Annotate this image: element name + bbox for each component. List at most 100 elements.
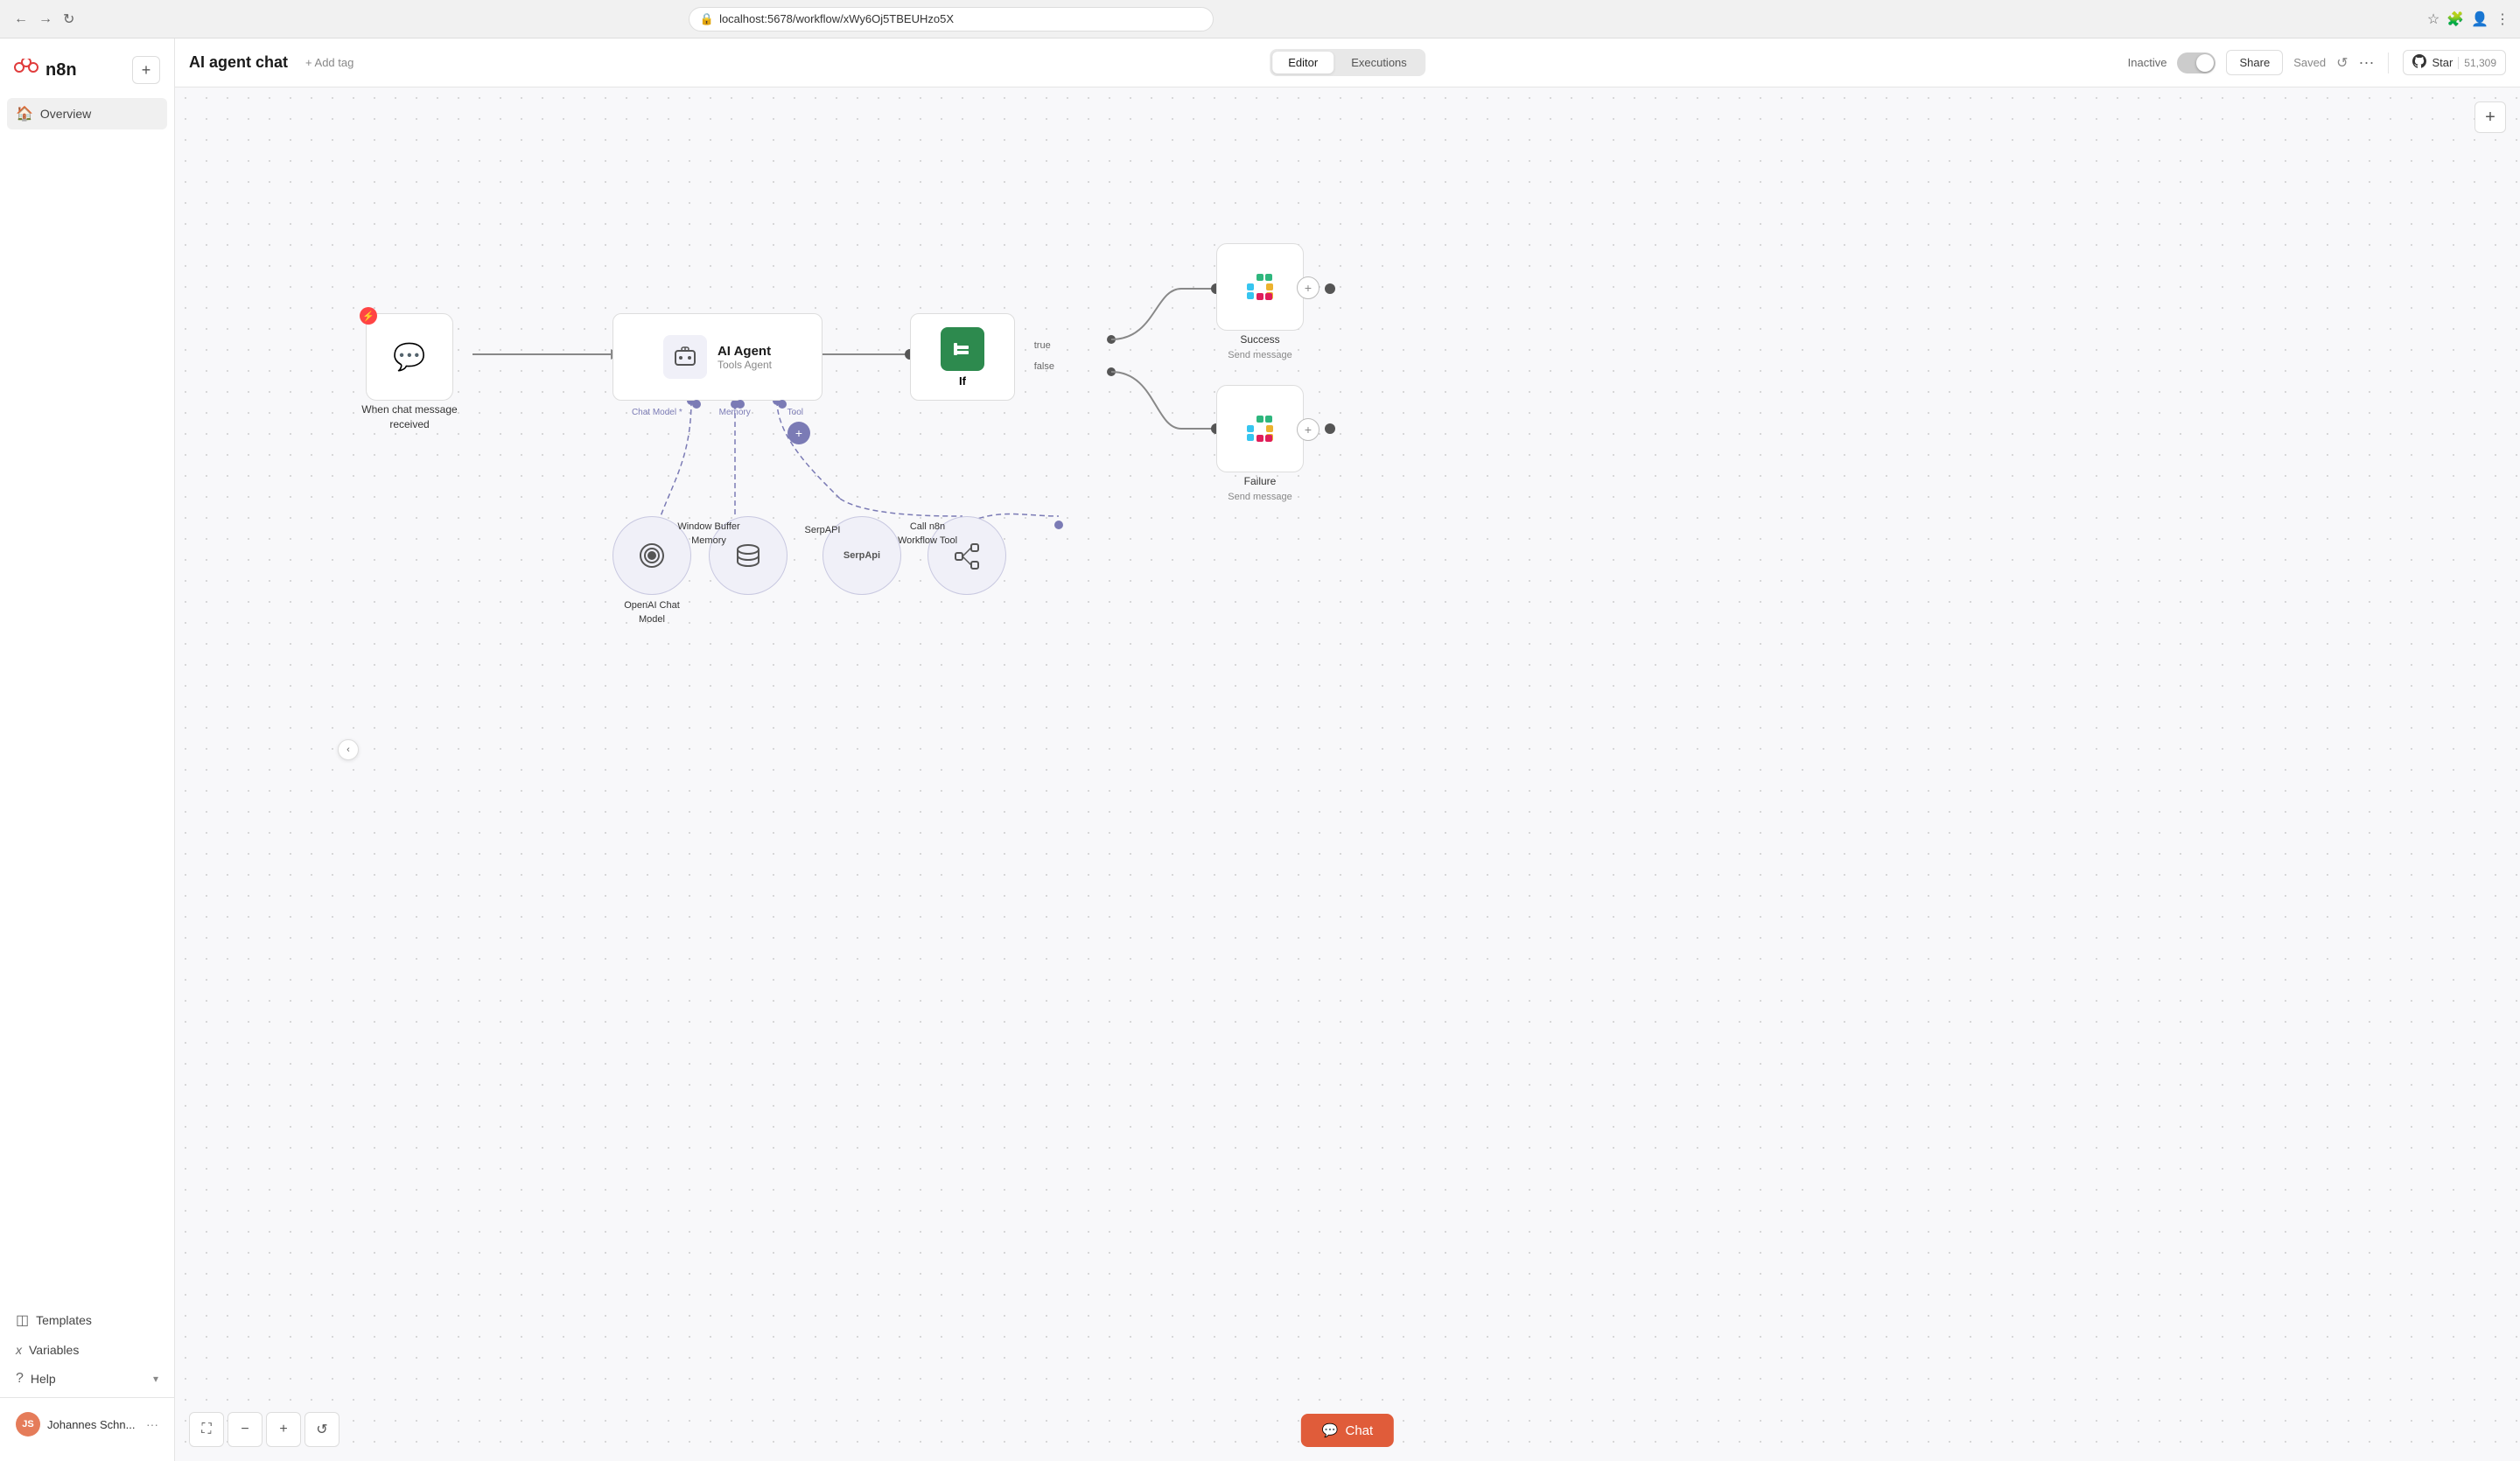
canvas-connections — [175, 87, 2520, 1461]
templates-label: Templates — [36, 1313, 92, 1327]
star-browser-icon[interactable]: ☆ — [2427, 10, 2440, 28]
zoom-in-icon: + — [279, 1422, 287, 1437]
failure-plus-button[interactable]: + — [1297, 418, 1320, 441]
window-buffer-label: Window Buffer Memory — [677, 521, 739, 548]
chat-button-icon: 💬 — [1322, 1423, 1339, 1438]
history-button[interactable]: ↺ — [2336, 54, 2348, 72]
logo-text: n8n — [46, 60, 77, 80]
serpapi-icon-text: SerpApi — [844, 550, 880, 561]
browser-bar: ← → ↻ 🔒 localhost:5678/workflow/xWy6Oj5T… — [0, 0, 2520, 38]
ai-agent-title: AI Agent — [718, 344, 772, 359]
sidebar-nav: 🏠 Overview — [0, 98, 174, 698]
sidebar-item-templates[interactable]: ◫ Templates — [7, 1304, 167, 1336]
lock-icon: 🔒 — [700, 12, 714, 26]
trigger-node[interactable]: ⚡ 💬 — [366, 313, 453, 401]
extensions-icon[interactable]: 🧩 — [2446, 10, 2464, 28]
sidebar-item-variables[interactable]: x Variables — [7, 1336, 167, 1364]
if-node[interactable]: If true false — [910, 313, 1015, 401]
saved-text: Saved — [2293, 56, 2326, 69]
home-icon: 🏠 — [16, 105, 33, 122]
fullscreen-icon: ⛶ — [201, 1422, 211, 1437]
inactive-label: Inactive — [2128, 56, 2167, 69]
refresh-button[interactable]: ↻ — [60, 7, 78, 31]
canvas-zoom-add-button[interactable]: + — [2474, 101, 2506, 133]
zoom-in-button[interactable]: + — [266, 1412, 301, 1447]
success-label: Success Send message — [1228, 332, 1292, 362]
ai-agent-node[interactable]: AI Agent Tools Agent Chat Model * Memory… — [612, 313, 822, 401]
more-button[interactable]: ··· — [2358, 53, 2374, 72]
profile-icon[interactable]: 👤 — [2471, 10, 2488, 28]
toggle-knob — [2196, 54, 2214, 72]
user-more-icon[interactable]: ··· — [146, 1417, 158, 1431]
chat-model-label: Chat Model * — [632, 408, 682, 417]
sidebar-item-overview[interactable]: 🏠 Overview — [7, 98, 167, 129]
false-label: false — [1034, 356, 1054, 377]
success-plus-button[interactable]: + — [1297, 276, 1320, 299]
workflow-canvas[interactable]: ⚡ 💬 When chat message received — [175, 87, 2520, 1461]
sidebar-item-help[interactable]: ? Help ▾ — [7, 1364, 167, 1394]
user-name: Johannes Schn... — [47, 1418, 139, 1431]
failure-node[interactable] — [1216, 385, 1304, 472]
user-initials: JS — [22, 1419, 33, 1430]
tab-editor[interactable]: Editor — [1272, 52, 1334, 73]
chat-trigger-icon: 💬 — [393, 342, 425, 373]
reset-icon: ↺ — [316, 1421, 327, 1438]
collapse-sidebar-button[interactable]: ‹ — [338, 739, 359, 760]
fullscreen-button[interactable]: ⛶ — [189, 1412, 224, 1447]
true-label: true — [1034, 335, 1054, 356]
openai-label: OpenAI Chat Model — [624, 599, 680, 626]
sidebar-item-templates[interactable] — [7, 129, 167, 143]
variables-icon: x — [16, 1343, 22, 1357]
tool-label: Tool — [788, 408, 803, 417]
share-button[interactable]: Share — [2226, 50, 2283, 75]
star-button[interactable]: Star 51,309 — [2403, 50, 2506, 75]
tab-executions[interactable]: Executions — [1335, 52, 1423, 73]
user-row[interactable]: JS Johannes Schn... ··· — [7, 1405, 167, 1444]
main-content: AI agent chat + Add tag Inactive Share S… — [175, 38, 2520, 1461]
chat-button[interactable]: 💬 Chat — [1301, 1414, 1394, 1447]
help-icon: ? — [16, 1371, 24, 1387]
back-button[interactable]: ← — [10, 7, 32, 31]
help-chevron: ▾ — [153, 1373, 158, 1385]
chat-button-label: Chat — [1346, 1423, 1374, 1438]
memory-label: Memory — [719, 408, 751, 417]
overview-label: Overview — [40, 107, 91, 121]
ai-agent-subtitle: Tools Agent — [718, 359, 772, 371]
sidebar-logo: n8n + — [0, 49, 174, 98]
templates-icon: ◫ — [16, 1311, 29, 1329]
tool-dot — [778, 400, 787, 409]
menu-icon[interactable]: ⋮ — [2496, 10, 2510, 28]
chat-model-dot — [692, 400, 701, 409]
lightning-icon: ⚡ — [360, 307, 377, 325]
url-text: localhost:5678/workflow/xWy6Oj5TBEUHzo5X — [719, 12, 954, 25]
add-workflow-button[interactable]: + — [132, 56, 160, 84]
sidebar: n8n + 🏠 Overview ◫ Templates x Variables — [0, 38, 175, 1461]
trigger-label: When chat message received — [361, 402, 457, 432]
logo-icon — [14, 58, 38, 82]
call-n8n-label: Call n8n Workflow Tool — [898, 521, 957, 548]
if-node-wrapper: If true false — [910, 313, 1015, 401]
forward-button[interactable]: → — [35, 7, 56, 31]
failure-label: Failure Send message — [1228, 474, 1292, 504]
reset-zoom-button[interactable]: ↺ — [304, 1412, 340, 1447]
ai-agent-node-wrapper: AI Agent Tools Agent Chat Model * Memory… — [612, 313, 822, 401]
memory-dot — [736, 400, 745, 409]
active-toggle[interactable] — [2177, 52, 2216, 73]
browser-actions: ☆ 🧩 👤 ⋮ — [2427, 10, 2510, 28]
tab-bar: Editor Executions — [1270, 49, 1425, 76]
ai-agent-icon-bg — [663, 335, 707, 379]
add-tag-button[interactable]: + Add tag — [298, 52, 360, 73]
bottom-toolbar: ⛶ − + ↺ — [189, 1412, 340, 1447]
trigger-node-wrapper: ⚡ 💬 When chat message received — [366, 313, 453, 401]
avatar: JS — [16, 1412, 40, 1437]
serpapi-label: SerpAPI — [805, 524, 841, 537]
address-bar[interactable]: 🔒 localhost:5678/workflow/xWy6Oj5TBEUHzo… — [689, 7, 1214, 31]
ai-agent-text: AI Agent Tools Agent — [718, 344, 772, 371]
tool-add-button[interactable]: + — [788, 422, 810, 444]
success-node[interactable] — [1216, 243, 1304, 331]
if-icon-bg — [941, 327, 984, 371]
app-container: n8n + 🏠 Overview ◫ Templates x Variables — [0, 38, 2520, 1461]
success-node-wrapper: Success Send message + — [1216, 243, 1304, 331]
help-label: Help — [31, 1372, 56, 1386]
zoom-out-button[interactable]: − — [228, 1412, 262, 1447]
